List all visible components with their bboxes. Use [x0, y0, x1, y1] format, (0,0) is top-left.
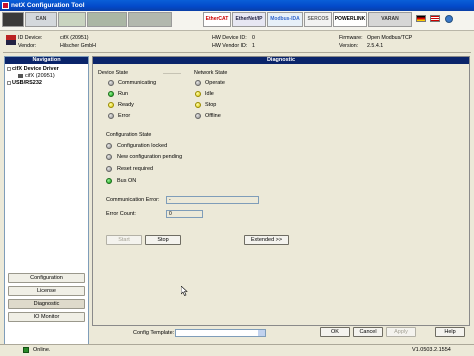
chevron-down-icon[interactable]	[258, 330, 265, 336]
config-locked-label: Configuration locked	[117, 143, 168, 149]
hilscher-logo	[6, 35, 16, 45]
config-pending-led-icon	[106, 154, 112, 160]
error-count-label: Error Count:	[106, 211, 136, 217]
apply-button[interactable]: Apply	[386, 327, 416, 337]
stop-led-icon	[195, 102, 201, 108]
mouse-cursor-icon	[181, 286, 188, 296]
nav-license-button[interactable]: License	[8, 286, 85, 296]
de-flag-icon[interactable]	[416, 15, 426, 22]
ready-led-icon	[108, 102, 114, 108]
can-logo[interactable]: CAN	[25, 12, 57, 27]
id-device-value: cifX (20951)	[60, 35, 89, 41]
logo-1[interactable]	[2, 12, 24, 27]
reset-required-led-icon	[106, 166, 112, 172]
hw-vendor-id-value: 1	[252, 43, 255, 49]
version-label: Version:	[339, 43, 359, 49]
nav-diagnostic-button[interactable]: Diagnostic	[8, 299, 85, 309]
vendor-value: Hilscher GmbH	[60, 43, 96, 49]
diagnostic-title: Diagnostic	[93, 57, 469, 64]
stop-state-label: Stop	[205, 102, 217, 108]
network-state-title: Network State	[194, 70, 228, 76]
start-button[interactable]: Start	[106, 235, 142, 245]
run-led-icon	[108, 91, 114, 97]
section-divider	[163, 73, 181, 74]
nav-configuration-button[interactable]: Configuration	[8, 273, 85, 283]
idle-label: Idle	[205, 91, 214, 97]
stop-button[interactable]: Stop	[145, 235, 181, 245]
offline-led-icon	[195, 113, 201, 119]
error-count-field: 0	[166, 210, 203, 218]
reset-required-label: Reset required	[117, 166, 154, 172]
run-label: Run	[118, 91, 129, 97]
bus-on-label: Bus ON	[117, 178, 137, 184]
navigation-title: Navigation	[5, 57, 88, 64]
error-label: Error	[118, 113, 131, 119]
help-button[interactable]: Help	[435, 327, 465, 337]
ok-button[interactable]: OK	[320, 327, 350, 337]
comm-error-field: -	[166, 196, 259, 204]
diagnostic-panel: Diagnostic Device State Communicating Ru…	[92, 56, 470, 326]
varan-logo[interactable]: VARAN	[368, 12, 412, 27]
communicating-label: Communicating	[118, 80, 157, 86]
hw-device-id-label: HW Device ID:	[212, 35, 247, 41]
error-led-icon	[108, 113, 114, 119]
tree-item-cifx-device[interactable]: cifX (20951)	[25, 73, 55, 79]
vendor-label: Vendor:	[18, 43, 37, 49]
config-pending-label: New configuration pending	[117, 154, 183, 160]
config-locked-led-icon	[106, 143, 112, 149]
config-state-title: Configuration State	[106, 132, 152, 138]
firmware-label: Firmware:	[339, 35, 363, 41]
logo-5[interactable]	[128, 12, 172, 27]
help-icon[interactable]	[445, 15, 453, 23]
logo-3[interactable]	[58, 12, 86, 27]
status-version: V1.0503.2.1554	[412, 347, 451, 353]
tree-expander-icon[interactable]	[7, 81, 11, 85]
navigation-panel: Navigation cifX Device Driver cifX (2095…	[4, 56, 89, 345]
us-flag-icon[interactable]	[430, 15, 440, 22]
offline-label: Offline	[205, 113, 221, 119]
header-divider	[3, 52, 471, 53]
sercos-logo[interactable]: SERCOS	[304, 12, 332, 27]
id-device-label: ID Device:	[18, 35, 43, 41]
status-bar: Online. V1.0503.2.1554	[0, 344, 474, 356]
app-icon	[2, 2, 9, 9]
firmware-value: Open Modbus/TCP	[367, 35, 413, 41]
communicating-led-icon	[108, 80, 114, 86]
window-title: netX Configuration Tool	[11, 2, 85, 9]
device-icon	[18, 74, 23, 78]
extended-button[interactable]: Extended >>	[244, 235, 289, 245]
nav-io-monitor-button[interactable]: IO Monitor	[8, 312, 85, 322]
hw-vendor-id-label: HW Vendor ID:	[212, 43, 248, 49]
tree-item-cifx-driver[interactable]: cifX Device Driver	[12, 66, 59, 72]
ethercat-logo[interactable]: EtherCAT	[203, 12, 231, 27]
hw-device-id-value: 0	[252, 35, 255, 41]
modbus-ida-logo[interactable]: Modbus-IDA	[267, 12, 303, 27]
config-template-label: Config Template:	[133, 330, 175, 336]
online-status-icon	[23, 347, 29, 353]
bus-on-led-icon	[106, 178, 112, 184]
idle-led-icon	[195, 91, 201, 97]
ethernet-ip-logo[interactable]: EtherNet/IP	[232, 12, 266, 27]
toolbar: CAN EtherCAT EtherNet/IP Modbus-IDA SERC…	[0, 11, 474, 31]
config-template-select[interactable]	[175, 329, 266, 337]
comm-error-label: Communication Error:	[106, 197, 160, 203]
device-state-title: Device State	[98, 70, 129, 76]
version-value: 2.5.4.1	[367, 43, 384, 49]
operate-led-icon	[195, 80, 201, 86]
title-bar[interactable]: netX Configuration Tool	[0, 0, 474, 11]
cancel-button[interactable]: Cancel	[353, 327, 383, 337]
tree-expander-icon[interactable]	[7, 67, 11, 71]
tree-item-usb-rs232[interactable]: USB/RS232	[12, 80, 42, 86]
powerlink-logo[interactable]: POWERLINK	[333, 12, 367, 27]
status-text: Online.	[33, 347, 51, 353]
logo-4[interactable]	[87, 12, 127, 27]
ready-label: Ready	[118, 102, 134, 108]
operate-label: Operate	[205, 80, 225, 86]
